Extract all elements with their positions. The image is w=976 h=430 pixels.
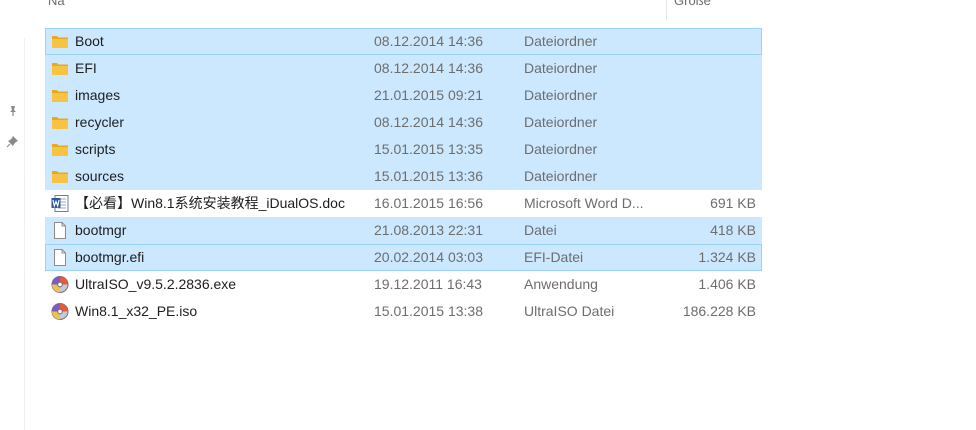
file-size: 186.228 KB xyxy=(682,303,756,319)
file-row[interactable]: 【必看】Win8.1系统安装教程_iDualOS.doc 16.01.2015 1… xyxy=(45,190,762,217)
file-row[interactable]: UltraISO_v9.5.2.2836.exe 19.12.2011 16:43… xyxy=(45,271,762,298)
folder-icon xyxy=(51,33,69,50)
word-document-icon xyxy=(51,195,69,212)
file-row[interactable]: Boot 08.12.2014 14:36 Dateiordner xyxy=(45,28,762,55)
navigation-pane-edge xyxy=(0,0,26,430)
file-type: Dateiordner xyxy=(524,33,598,49)
file-type: Microsoft Word D... xyxy=(524,195,644,211)
folder-icon xyxy=(51,141,69,158)
column-separator[interactable] xyxy=(666,0,667,20)
file-size: 418 KB xyxy=(710,222,756,238)
file-row[interactable]: bootmgr 21.08.2013 22:31 Datei 418 KB xyxy=(45,217,762,244)
ultraiso-disc-icon xyxy=(51,276,69,293)
file-modified-date: 08.12.2014 14:36 xyxy=(374,114,483,130)
file-modified-date: 08.12.2014 14:36 xyxy=(374,33,483,49)
blank-file-icon xyxy=(51,249,69,266)
ultraiso-disc-icon xyxy=(51,303,69,320)
file-name: EFI xyxy=(75,60,97,76)
file-type: Dateiordner xyxy=(524,60,598,76)
file-modified-date: 15.01.2015 13:35 xyxy=(374,141,483,157)
file-name: recycler xyxy=(75,114,125,130)
file-name: Boot xyxy=(75,33,104,49)
file-size: 1.324 KB xyxy=(698,249,756,265)
file-modified-date: 16.01.2015 16:56 xyxy=(374,195,483,211)
file-row[interactable]: bootmgr.efi 20.02.2014 03:03 EFI-Datei 1.32… xyxy=(45,244,762,271)
file-name: Win8.1_x32_PE.iso xyxy=(75,303,198,319)
file-name: UltraISO_v9.5.2.2836.exe xyxy=(75,276,237,292)
folder-icon xyxy=(51,168,69,185)
file-size: 1.406 KB xyxy=(698,276,756,292)
file-row[interactable]: scripts 15.01.2015 13:35 Dateiordner xyxy=(45,136,762,163)
file-type: UltraISO Datei xyxy=(524,303,615,319)
file-name: scripts xyxy=(75,141,116,157)
file-modified-date: 21.08.2013 22:31 xyxy=(374,222,483,238)
file-type: Dateiordner xyxy=(524,87,598,103)
file-row[interactable]: recycler 08.12.2014 14:36 Dateiordner xyxy=(45,109,762,136)
file-name: bootmgr xyxy=(75,222,127,238)
file-name: sources xyxy=(75,168,125,184)
pin-icon[interactable] xyxy=(6,134,20,148)
file-type: Datei xyxy=(524,222,557,238)
file-modified-date: 21.01.2015 09:21 xyxy=(374,87,483,103)
folder-icon xyxy=(51,87,69,104)
column-header-bar: Na Größe xyxy=(0,0,976,20)
file-row[interactable]: EFI 08.12.2014 14:36 Dateiordner xyxy=(45,55,762,82)
pin-icon[interactable] xyxy=(6,104,20,118)
file-modified-date: 15.01.2015 13:36 xyxy=(374,168,483,184)
file-row[interactable]: Win8.1_x32_PE.iso 15.01.2015 13:38 UltraIS… xyxy=(45,298,762,325)
file-name: images xyxy=(75,87,121,103)
file-type: Anwendung xyxy=(524,276,598,292)
blank-file-icon xyxy=(51,222,69,239)
file-size: 691 KB xyxy=(710,195,756,211)
file-row[interactable]: images 21.01.2015 09:21 Dateiordner xyxy=(45,82,762,109)
file-row[interactable]: sources 15.01.2015 13:36 Dateiordner xyxy=(45,163,762,190)
file-type: EFI-Datei xyxy=(524,249,584,265)
file-modified-date: 19.12.2011 16:43 xyxy=(374,276,482,292)
folder-icon xyxy=(51,114,69,131)
file-type: Dateiordner xyxy=(524,114,598,130)
column-header-name[interactable]: Na xyxy=(48,0,65,8)
file-list: Boot 08.12.2014 14:36 Dateiordner EFI 08.12.… xyxy=(45,28,762,325)
file-name: 【必看】Win8.1系统安装教程_iDualOS.doc xyxy=(75,195,345,211)
file-modified-date: 20.02.2014 03:03 xyxy=(374,249,483,265)
file-type: Dateiordner xyxy=(524,168,598,184)
file-modified-date: 15.01.2015 13:38 xyxy=(374,303,483,319)
navigation-divider xyxy=(24,38,25,430)
file-modified-date: 08.12.2014 14:36 xyxy=(374,60,483,76)
folder-icon xyxy=(51,60,69,77)
file-type: Dateiordner xyxy=(524,141,598,157)
file-name: bootmgr.efi xyxy=(75,249,145,265)
column-header-size[interactable]: Größe xyxy=(674,0,711,8)
